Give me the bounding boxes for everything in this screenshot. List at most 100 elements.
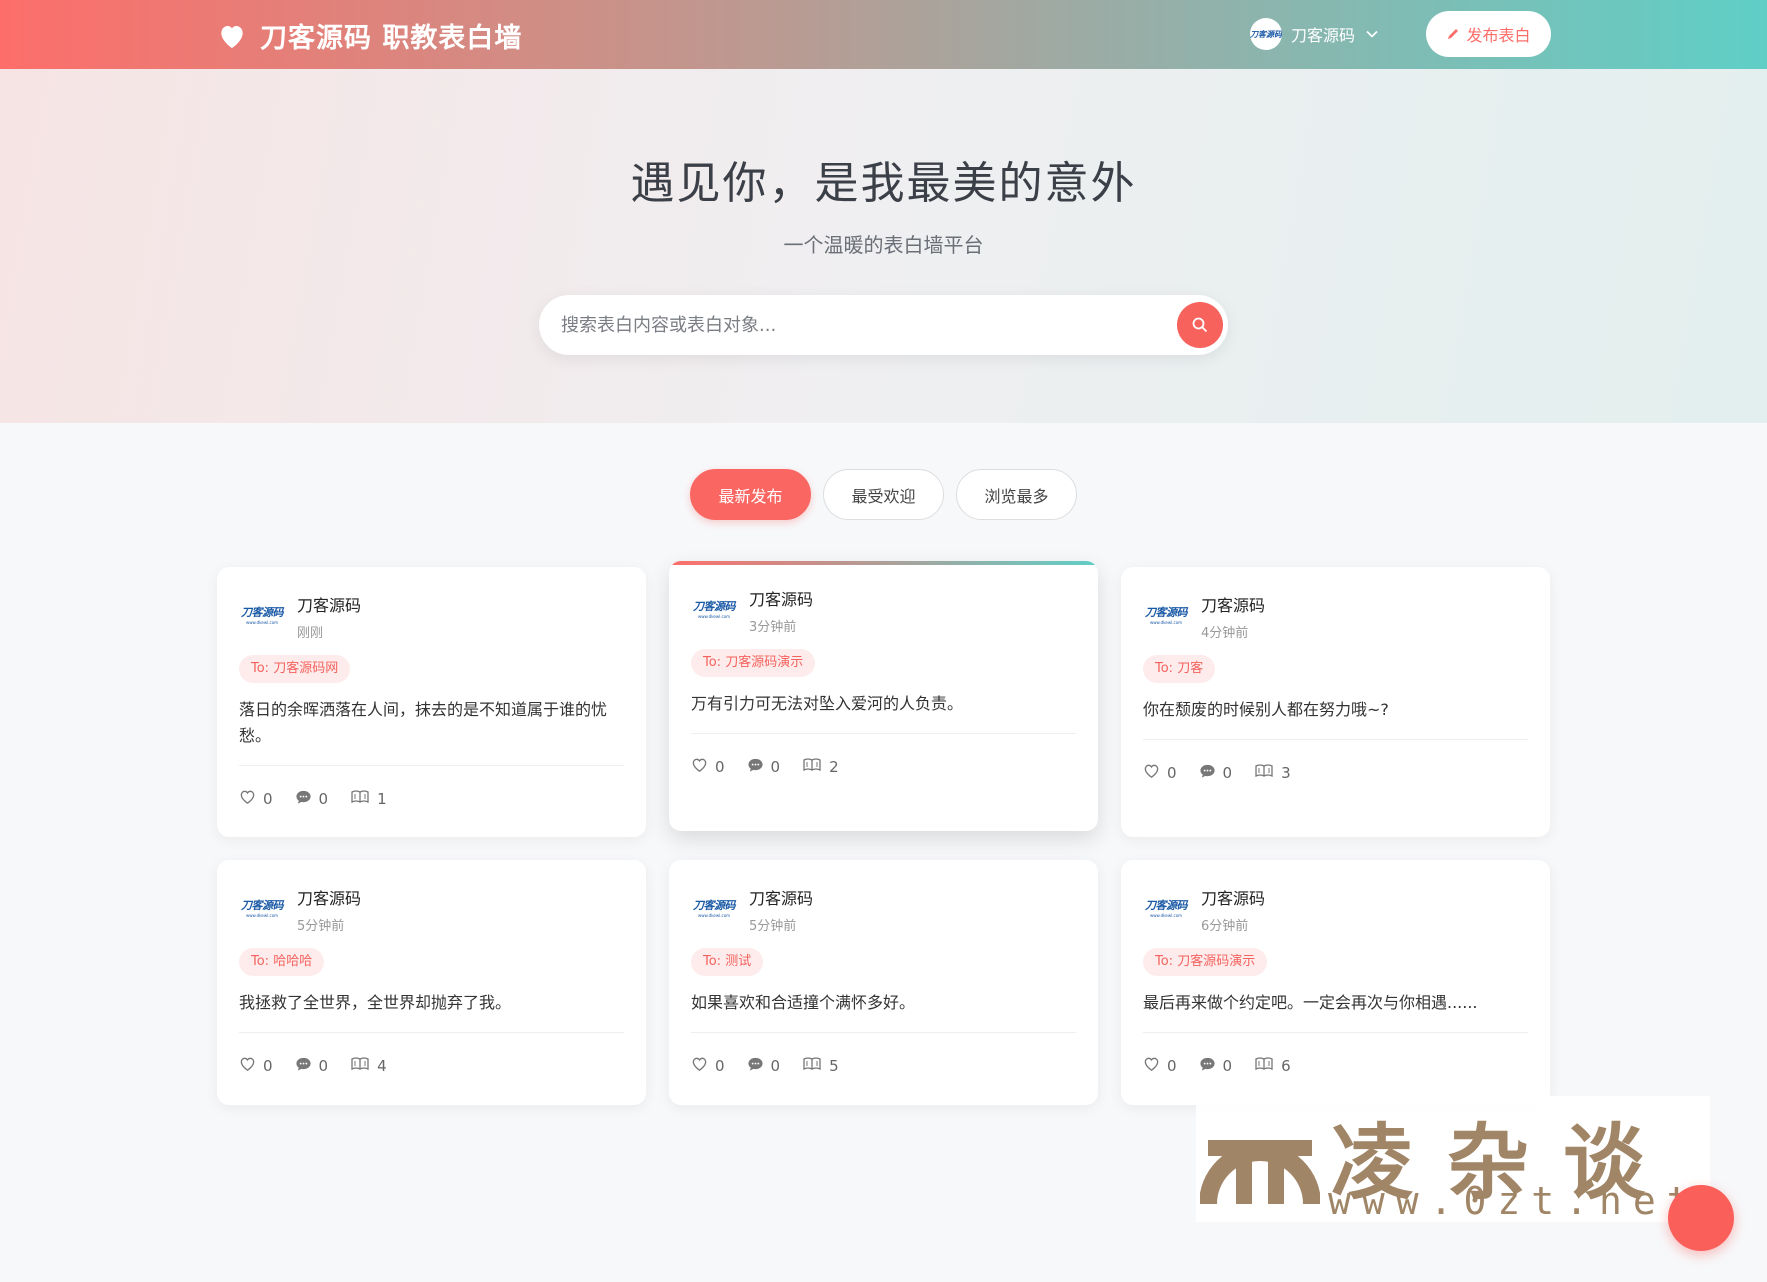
hero-title: 遇见你，是我最美的意外 xyxy=(630,158,1137,209)
publish-label: 发布表白 xyxy=(1466,26,1531,45)
comment-icon xyxy=(1199,1056,1223,1076)
avatar-logo-sub: www.dkewl.com xyxy=(245,619,279,625)
watermark: 凌杂谈 www.0zt.net xyxy=(1196,1096,1710,1223)
comment-icon xyxy=(1199,763,1223,783)
like-count: 0 xyxy=(1167,764,1177,782)
sort-tabs: 最新发布 最受欢迎 浏览最多 xyxy=(690,469,1077,520)
brand-title: 刀客源码 职教表白墙 xyxy=(260,23,523,54)
views-stat: 5 xyxy=(802,1056,839,1076)
like-count: 0 xyxy=(263,1057,273,1075)
tab-most-viewed[interactable]: 浏览最多 xyxy=(956,469,1077,520)
avatar: 刀客源码 www.dkewl.com xyxy=(691,884,737,930)
like-button[interactable]: 0 xyxy=(1143,1056,1177,1076)
card-time: 刚刚 xyxy=(297,626,324,641)
post-card[interactable]: 刀客源码 www.dkewl.com 刀客源码 5分钟前 To: 哈哈哈 我拯救… xyxy=(217,860,646,1105)
hero-section: 遇见你，是我最美的意外 一个温暖的表白墙平台 xyxy=(0,69,1767,423)
heart-outline-icon xyxy=(691,757,715,777)
like-count: 0 xyxy=(263,790,273,808)
views-stat: 3 xyxy=(1254,763,1291,783)
card-divider xyxy=(1143,1032,1528,1033)
card-time: 3分钟前 xyxy=(749,620,797,635)
avatar: 刀客源码 www.dkewl.com xyxy=(239,591,285,637)
comment-button[interactable]: 0 xyxy=(747,1056,780,1076)
book-icon xyxy=(350,789,377,809)
card-header: 刀客源码 www.dkewl.com 刀客源码 5分钟前 xyxy=(239,884,361,934)
comment-button[interactable]: 0 xyxy=(747,757,780,777)
post-card[interactable]: 刀客源码 www.dkewl.com 刀客源码 6分钟前 To: 刀客源码演示 … xyxy=(1121,860,1550,1105)
card-author[interactable]: 刀客源码 xyxy=(1201,592,1265,616)
post-card[interactable]: 刀客源码 www.dkewl.com 刀客源码 刚刚 To: 刀客源码网 落日的… xyxy=(217,567,646,837)
like-button[interactable]: 0 xyxy=(239,1056,273,1076)
recipient-tag[interactable]: To: 测试 xyxy=(691,948,764,976)
avatar: 刀客源码 www.dkewl.com xyxy=(1143,591,1189,637)
post-card[interactable]: 刀客源码 www.dkewl.com 刀客源码 5分钟前 To: 测试 如果喜欢… xyxy=(669,860,1098,1105)
avatar-logo-text: 刀客源码 xyxy=(693,599,736,613)
recipient-tag[interactable]: To: 刀客源码演示 xyxy=(1143,948,1268,976)
comment-button[interactable]: 0 xyxy=(1199,763,1233,783)
publish-button[interactable]: 发布表白 xyxy=(1426,11,1551,57)
card-author[interactable]: 刀客源码 xyxy=(297,592,361,616)
comment-count: 0 xyxy=(1222,764,1233,782)
tab-popular[interactable]: 最受欢迎 xyxy=(823,469,944,520)
recipient-tag[interactable]: To: 哈哈哈 xyxy=(239,948,325,976)
card-stats: 0 0 3 xyxy=(1143,763,1313,783)
like-button[interactable]: 0 xyxy=(1143,763,1177,783)
recipient-tag[interactable]: To: 刀客源码网 xyxy=(239,655,351,683)
search-box xyxy=(539,295,1228,355)
tab-latest[interactable]: 最新发布 xyxy=(690,469,811,520)
book-icon xyxy=(1254,763,1281,783)
recipient-tag[interactable]: To: 刀客 xyxy=(1143,655,1216,683)
post-card[interactable]: 刀客源码 www.dkewl.com 刀客源码 3分钟前 To: 刀客源码演示 … xyxy=(669,561,1098,831)
like-count: 0 xyxy=(1167,1057,1177,1075)
card-author[interactable]: 刀客源码 xyxy=(749,885,813,909)
back-to-top-button[interactable] xyxy=(1668,1185,1734,1251)
avatar-logo-text: 刀客源码 xyxy=(693,898,736,912)
card-header: 刀客源码 www.dkewl.com 刀客源码 刚刚 xyxy=(239,591,361,641)
comment-icon xyxy=(295,1056,319,1076)
avatar-logo-sub: www.dkewl.com xyxy=(1149,619,1183,625)
card-divider xyxy=(1143,739,1528,740)
watermark-logo xyxy=(1200,1140,1320,1205)
comment-button[interactable]: 0 xyxy=(295,789,328,809)
avatar-logo-text: 刀客源码 xyxy=(1145,898,1188,912)
card-header: 刀客源码 www.dkewl.com 刀客源码 6分钟前 xyxy=(1143,884,1265,934)
like-button[interactable]: 0 xyxy=(691,1056,725,1076)
comment-button[interactable]: 0 xyxy=(1199,1056,1233,1076)
like-button[interactable]: 0 xyxy=(691,757,725,777)
card-header: 刀客源码 www.dkewl.com 刀客源码 4分钟前 xyxy=(1143,591,1265,641)
book-icon xyxy=(802,757,829,777)
card-author[interactable]: 刀客源码 xyxy=(297,885,361,909)
comment-icon xyxy=(295,789,319,809)
book-icon xyxy=(1254,1056,1281,1076)
views-stat: 2 xyxy=(802,757,839,777)
card-author[interactable]: 刀客源码 xyxy=(1201,885,1265,909)
avatar-logo-text: 刀客源码 xyxy=(241,898,284,912)
hero-subtitle: 一个温暖的表白墙平台 xyxy=(783,233,984,257)
user-menu[interactable]: 刀客源码 刀客源码 xyxy=(1250,18,1379,50)
view-count: 3 xyxy=(1281,764,1291,782)
card-author[interactable]: 刀客源码 xyxy=(749,586,813,610)
search-button[interactable] xyxy=(1177,302,1223,348)
comment-count: 0 xyxy=(1222,1057,1233,1075)
card-content: 如果喜欢和合适撞个满怀多好。 xyxy=(691,993,916,1012)
card-stats: 0 0 6 xyxy=(1143,1056,1313,1076)
comment-button[interactable]: 0 xyxy=(295,1056,328,1076)
heart-icon xyxy=(221,25,243,48)
recipient-tag[interactable]: To: 刀客源码演示 xyxy=(691,649,816,677)
like-button[interactable]: 0 xyxy=(239,789,273,809)
card-divider xyxy=(239,765,624,766)
card-stats: 0 0 5 xyxy=(691,1056,861,1076)
search-input[interactable] xyxy=(561,295,1121,355)
card-stats: 0 0 4 xyxy=(239,1056,409,1076)
card-divider xyxy=(691,1032,1076,1033)
card-content: 万有引力可无法对坠入爱河的人负责。 xyxy=(691,694,964,713)
search-icon xyxy=(1192,317,1208,333)
brand[interactable]: 刀客源码 职教表白墙 xyxy=(216,16,522,55)
avatar-logo-text: 刀客源码 xyxy=(1145,605,1188,619)
card-stats: 0 0 1 xyxy=(239,789,409,809)
card-content: 你在颓废的时候别人都在努力哦~? xyxy=(1143,700,1389,719)
heart-outline-icon xyxy=(691,1056,715,1076)
post-card[interactable]: 刀客源码 www.dkewl.com 刀客源码 4分钟前 To: 刀客 你在颓废… xyxy=(1121,567,1550,837)
comment-icon xyxy=(747,1056,771,1076)
avatar-logo-sub: www.dkewl.com xyxy=(1149,912,1183,918)
